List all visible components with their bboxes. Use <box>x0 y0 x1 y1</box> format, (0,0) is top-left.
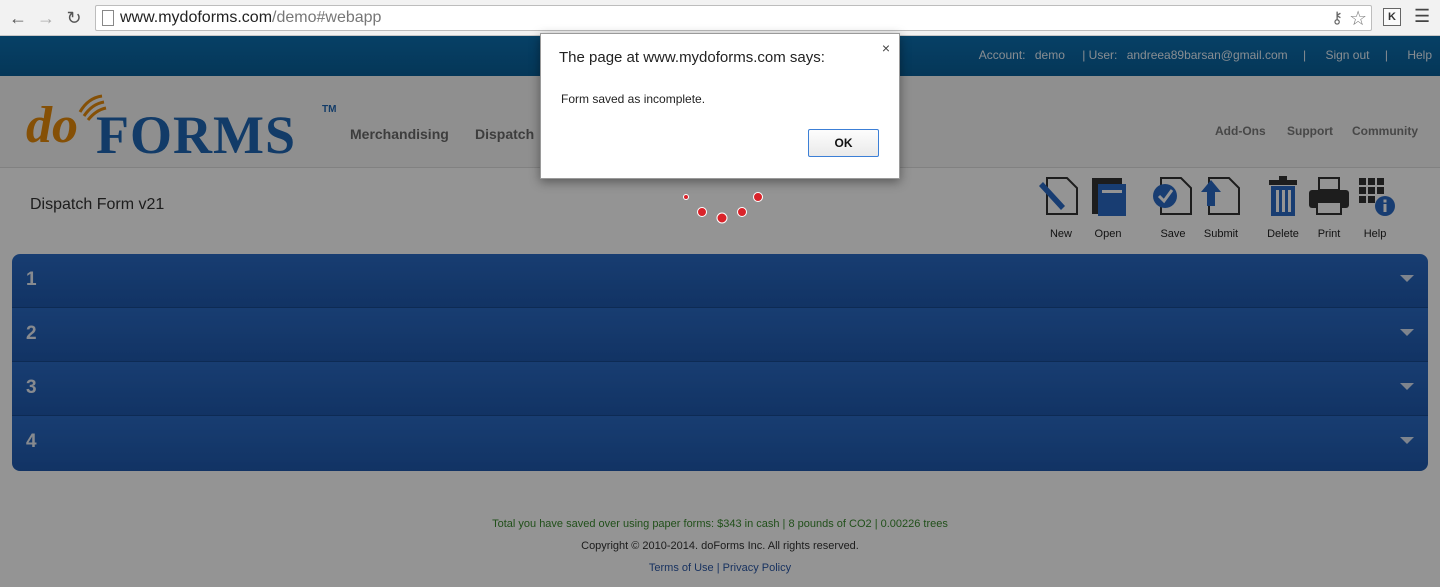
url-host: www.mydoforms.com <box>120 9 273 26</box>
address-bar[interactable]: www.mydoforms.com/demo#webapp ⚷ ☆ <box>95 5 1372 31</box>
address-url[interactable]: www.mydoforms.com/demo#webapp <box>120 9 381 27</box>
bookmark-star-icon[interactable]: ☆ <box>1349 6 1367 31</box>
ok-button[interactable]: OK <box>808 129 879 157</box>
alert-dialog: × The page at www.mydoforms.com says: Fo… <box>540 33 900 179</box>
back-arrow-icon[interactable]: ← <box>6 6 30 30</box>
dialog-title: The page at www.mydoforms.com says: <box>559 49 825 66</box>
extension-k-icon[interactable]: K <box>1383 8 1401 26</box>
close-icon[interactable]: × <box>882 40 890 56</box>
browser-menu-icon[interactable]: ☰ <box>1414 6 1430 27</box>
page-icon <box>102 10 114 26</box>
dialog-message: Form saved as incomplete. <box>561 92 706 106</box>
reload-icon[interactable]: ↻ <box>62 6 86 30</box>
key-icon[interactable]: ⚷ <box>1331 8 1343 28</box>
url-path: /demo#webapp <box>272 9 382 26</box>
browser-chrome: ← → ↻ www.mydoforms.com/demo#webapp ⚷ ☆ … <box>0 0 1440 36</box>
forward-arrow-icon[interactable]: → <box>34 6 58 30</box>
